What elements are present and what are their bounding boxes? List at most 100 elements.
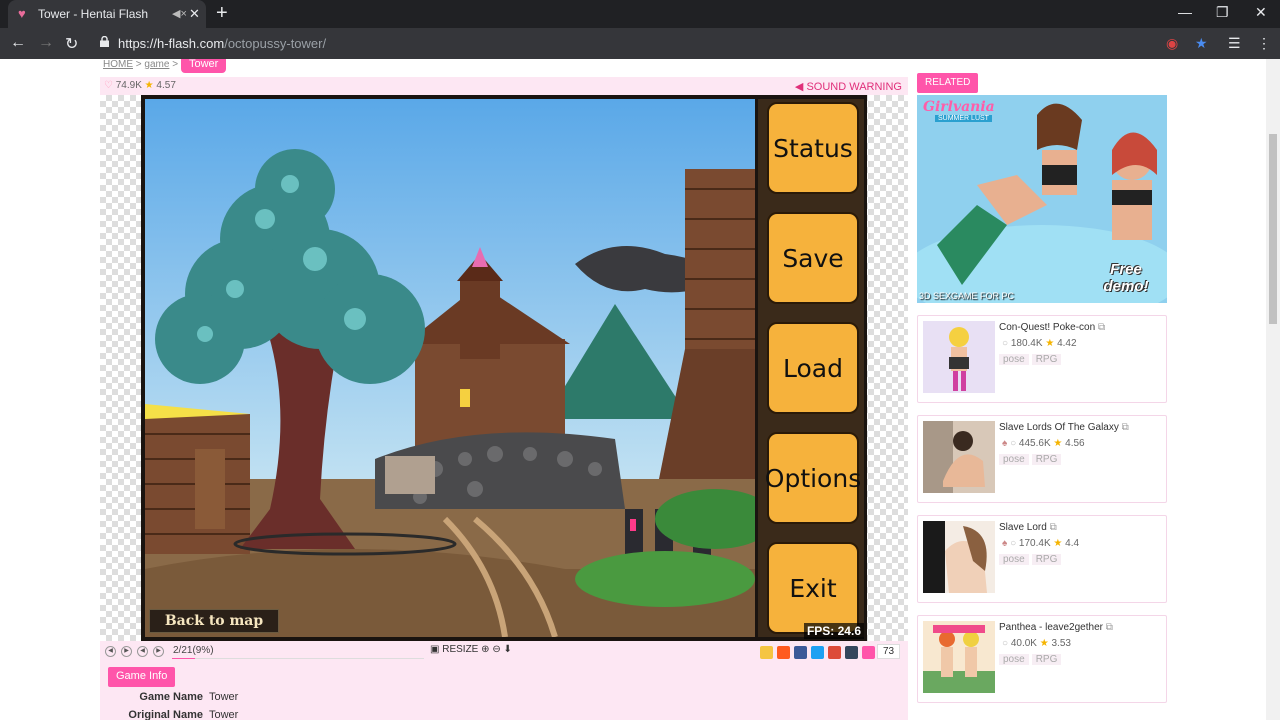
share-count: 73 [877, 644, 901, 659]
related-title-text: Slave Lord [999, 522, 1047, 533]
related-item[interactable]: Slave Lord ⧉ ♠ ○ 170.4K ★ 4.4 pose RPG [917, 515, 1167, 603]
back-arrow-icon[interactable]: ← [10, 34, 26, 52]
twitter-share-icon[interactable] [811, 646, 824, 659]
tag-pose[interactable]: pose [999, 354, 1029, 365]
related-title: Con-Quest! Poke-con ⧉ [999, 322, 1105, 333]
rewind-icon[interactable]: ◀ [105, 646, 116, 657]
maximize-icon[interactable]: ❐ [1216, 4, 1229, 21]
related-label: RELATED [917, 73, 979, 93]
tag-rpg[interactable]: RPG [1031, 454, 1062, 465]
breadcrumb: HOME > game > [103, 59, 178, 70]
ad-title: Girlvania [923, 99, 995, 115]
info-value: Tower [209, 691, 239, 703]
related-stats: ♠ ○ 445.6K ★ 4.56 [1002, 438, 1085, 449]
progress-text: 2/21(9%) [173, 645, 214, 656]
close-tab-icon[interactable]: ✕ [189, 6, 200, 22]
forward-arrow-icon[interactable]: → [38, 34, 54, 52]
step-back-icon[interactable]: ◀ [137, 646, 148, 657]
favorite-share-icon[interactable] [760, 646, 773, 659]
tag-rpg[interactable]: RPG [1031, 654, 1062, 665]
exit-button[interactable]: Exit [767, 542, 859, 634]
ad-free-demo: Free demo! [1103, 261, 1149, 295]
step-forward-icon[interactable]: ▶ [153, 646, 164, 657]
user-icon: ♠ [1002, 438, 1008, 449]
player-controls: ◀ ▶ ◀ ▶ 2/21(9%) ▣ RESIZE ⊕ ⊖ ⬇ 73 [100, 641, 908, 663]
tag-pose[interactable]: pose [999, 654, 1029, 665]
ad-caption: 3D SEXGAME FOR PC [919, 291, 1015, 301]
related-item[interactable]: Slave Lords Of The Galaxy ⧉ ♠ ○ 445.6K ★… [917, 415, 1167, 503]
fullscreen-icon[interactable]: ▣ [430, 644, 439, 655]
more-share-icon[interactable] [862, 646, 875, 659]
play-icon[interactable]: ▶ [121, 646, 132, 657]
game-side-menu: Status Save Load Options Exit [758, 99, 864, 637]
scrollbar-thumb[interactable] [1269, 134, 1277, 324]
extension-icon[interactable]: ◉ [1166, 35, 1178, 52]
related-title-text: Panthea - leave2gether [999, 622, 1103, 633]
back-to-map-button[interactable]: Back to map [149, 609, 279, 633]
breadcrumb-separator: > [172, 59, 179, 70]
googleplus-share-icon[interactable] [828, 646, 841, 659]
download-icon[interactable]: ⬇ [503, 644, 511, 655]
status-button[interactable]: Status [767, 102, 859, 194]
related-title: Panthea - leave2gether ⧉ [999, 622, 1113, 633]
related-item[interactable]: Panthea - leave2gether ⧉ ○ 40.0K ★ 3.53 … [917, 615, 1167, 703]
address-bar[interactable]: https://h-flash.com/octopussy-tower/ [118, 36, 326, 51]
related-rating: 3.53 [1051, 638, 1071, 649]
speaker-muted-icon[interactable]: ◀× [172, 7, 187, 20]
ad-banner[interactable]: Girlvania SUMMER LUST Free demo! 3D SEXG… [917, 95, 1167, 303]
minimize-icon[interactable]: — [1178, 4, 1192, 20]
close-window-icon[interactable]: ✕ [1255, 4, 1267, 21]
zoom-out-icon[interactable]: ⊖ [492, 644, 500, 655]
external-link-icon[interactable]: ⧉ [1050, 522, 1057, 533]
url-host: https://h-flash.com [118, 36, 225, 51]
zoom-in-icon[interactable]: ⊕ [481, 644, 489, 655]
related-thumbnail [923, 321, 995, 393]
info-key: Original Name [128, 709, 203, 720]
external-link-icon[interactable]: ⧉ [1098, 322, 1105, 333]
progress-bar[interactable] [172, 658, 424, 659]
bookmark-star-icon[interactable]: ★ [1195, 35, 1208, 52]
breadcrumb-home[interactable]: HOME [103, 59, 133, 70]
options-button[interactable]: Options [765, 432, 861, 524]
related-item[interactable]: Con-Quest! Poke-con ⧉ ○ 180.4K ★ 4.42 po… [917, 315, 1167, 403]
page-scrollbar[interactable] [1266, 59, 1280, 720]
extensions-menu-icon[interactable]: ☰ [1228, 35, 1241, 52]
external-link-icon[interactable]: ⧉ [1106, 622, 1113, 633]
breadcrumb-game[interactable]: game [144, 59, 169, 70]
tag-rpg[interactable]: RPG [1031, 554, 1062, 565]
related-views: 170.4K [1018, 538, 1051, 549]
external-link-icon[interactable]: ⧉ [1122, 422, 1129, 433]
tag-rpg[interactable]: RPG [1031, 354, 1062, 365]
related-rating: 4.56 [1065, 438, 1085, 449]
game-canvas[interactable]: Status Save Load Options Exit FPS: 24.6 … [141, 95, 867, 641]
tag-pose[interactable]: pose [999, 454, 1029, 465]
tag-pose[interactable]: pose [999, 554, 1029, 565]
village-scene[interactable] [145, 99, 755, 637]
related-thumbnail [923, 521, 995, 593]
star-icon: ★ [1039, 638, 1049, 649]
reddit-share-icon[interactable] [777, 646, 790, 659]
related-tags: pose RPG [999, 454, 1064, 465]
game-info-button[interactable]: Game Info [108, 667, 176, 687]
user-icon: ♠ [1002, 538, 1008, 549]
speaker-icon: ◀︎ [794, 81, 804, 93]
facebook-share-icon[interactable] [794, 646, 807, 659]
views-icon: ○ [1010, 438, 1017, 449]
tab-title: Tower - Hentai Flash [38, 7, 149, 21]
load-button[interactable]: Load [767, 322, 859, 414]
views-icon: ○ [1002, 338, 1009, 349]
url-path: /octopussy-tower/ [224, 36, 327, 51]
browser-tab[interactable]: ♥ Tower - Hentai Flash ◀× ✕ [8, 0, 206, 28]
browser-menu-icon[interactable]: ⋮ [1257, 35, 1271, 52]
related-rating: 4.4 [1065, 538, 1080, 549]
reload-icon[interactable]: ↻ [65, 34, 78, 54]
related-tags: pose RPG [999, 554, 1064, 565]
fps-counter: FPS: 24.6 [803, 623, 864, 639]
game-views: 74.9K [115, 80, 142, 91]
tumblr-share-icon[interactable] [845, 646, 858, 659]
related-title: Slave Lords Of The Galaxy ⧉ [999, 422, 1129, 433]
views-icon: ○ [1010, 538, 1017, 549]
views-icon: ♡ [104, 80, 113, 91]
new-tab-button[interactable]: + [216, 3, 228, 23]
save-button[interactable]: Save [767, 212, 859, 304]
